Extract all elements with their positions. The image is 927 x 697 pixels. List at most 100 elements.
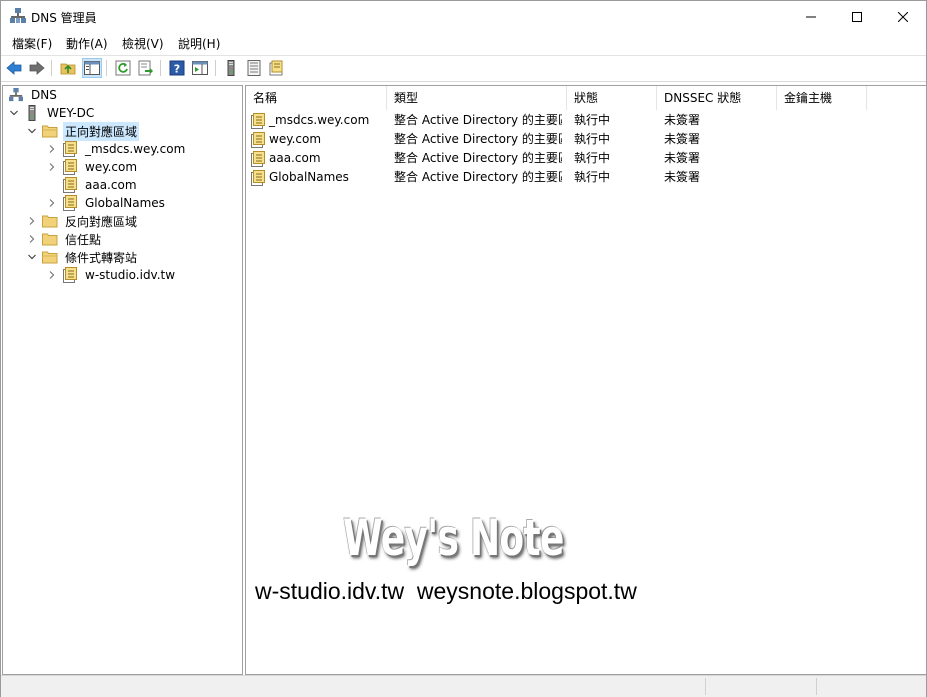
tree-item-zone[interactable]: wey.com — [46, 158, 139, 176]
status-bar — [1, 675, 926, 697]
tree-item-server[interactable]: WEY-DC — [8, 104, 96, 122]
tree-item-zone[interactable]: GlobalNames — [46, 194, 167, 212]
cell-key-master — [784, 111, 864, 130]
watermark-urls: w-studio.idv.tw weysnote.blogspot.tw — [255, 578, 637, 604]
forward-button[interactable] — [28, 59, 46, 77]
cell-name: aaa.com — [269, 151, 321, 165]
tree-label: WEY-DC — [47, 106, 95, 120]
show-hide-tree-button[interactable] — [82, 58, 102, 78]
back-button[interactable] — [5, 59, 23, 77]
table-row[interactable]: _msdcs.wey.com 整合 Active Directory 的主要區 … — [246, 111, 926, 130]
maximize-icon — [852, 11, 862, 22]
cell-type: 整合 Active Directory 的主要區 — [394, 113, 562, 127]
new-zone-icon — [269, 60, 283, 76]
cell-dnssec: 未簽署 — [664, 151, 701, 165]
cell-type: 整合 Active Directory 的主要區 — [394, 151, 562, 165]
folder-open-icon — [42, 123, 58, 139]
menu-bar: 檔案(F) 動作(A) 檢視(V) 說明(H) — [1, 32, 926, 54]
tree-item-zone[interactable]: aaa.com — [46, 176, 139, 194]
dns-icon — [8, 87, 24, 103]
back-icon — [6, 61, 22, 75]
cell-type: 整合 Active Directory 的主要區 — [394, 132, 562, 146]
chevron-right-icon[interactable] — [46, 269, 58, 281]
tree-item-dns[interactable]: DNS — [8, 86, 59, 104]
refresh-button[interactable] — [114, 59, 132, 77]
cell-type: 整合 Active Directory 的主要區 — [394, 170, 562, 184]
tree-label: _msdcs.wey.com — [85, 142, 186, 156]
tree-label: wey.com — [85, 160, 138, 174]
cell-dnssec: 未簽署 — [664, 113, 701, 127]
forward-icon — [29, 61, 45, 75]
export-list-button[interactable] — [137, 59, 155, 77]
chevron-right-icon[interactable] — [46, 143, 58, 155]
up-folder-icon — [60, 63, 76, 75]
window-title: DNS 管理員 — [31, 11, 97, 25]
column-header-name[interactable]: 名稱 — [246, 86, 387, 110]
tree-item-zone[interactable]: _msdcs.wey.com — [46, 140, 187, 158]
zone-icon — [62, 141, 78, 157]
column-header-key-master[interactable]: 金鑰主機 — [777, 86, 867, 110]
chevron-down-icon[interactable] — [26, 125, 38, 137]
chevron-right-icon[interactable] — [46, 197, 58, 209]
menu-help[interactable]: 說明(H) — [176, 35, 222, 52]
maximize-button[interactable] — [834, 1, 880, 32]
table-row[interactable]: wey.com 整合 Active Directory 的主要區 執行中 未簽署 — [246, 130, 926, 149]
export-list-icon — [138, 60, 153, 76]
help-icon: ? — [169, 60, 185, 76]
cell-name: GlobalNames — [269, 170, 349, 184]
tree-label: w-studio.idv.tw — [85, 268, 176, 282]
tree-label: GlobalNames — [85, 196, 165, 210]
zone-list-icon — [247, 60, 261, 76]
tree-item-forward-zones[interactable]: 正向對應區域 — [26, 121, 140, 141]
cell-status: 執行中 — [574, 170, 611, 184]
chevron-down-icon[interactable] — [26, 251, 38, 263]
minimize-button[interactable] — [788, 1, 834, 32]
chevron-right-icon[interactable] — [26, 215, 38, 227]
server-icon — [227, 60, 235, 76]
chevron-right-icon[interactable] — [26, 233, 38, 245]
zone-icon — [62, 159, 78, 175]
watermark-title: Wey's Note — [343, 509, 564, 567]
menu-view[interactable]: 檢視(V) — [120, 35, 166, 52]
zone-icon — [62, 267, 78, 283]
tree-label: 正向對應區域 — [63, 121, 140, 141]
toolbar: ? — [1, 55, 926, 82]
tree-item-reverse-zones[interactable]: 反向對應區域 — [26, 212, 139, 230]
server-icon — [24, 105, 40, 121]
column-header-dnssec[interactable]: DNSSEC 狀態 — [657, 86, 777, 110]
chevron-right-icon[interactable] — [46, 161, 58, 173]
title-bar: DNS 管理員 — [1, 1, 926, 32]
tree-label: DNS — [31, 88, 57, 102]
cell-dnssec: 未簽署 — [664, 132, 701, 146]
tree-item-trust-points[interactable]: 信任點 — [26, 230, 103, 248]
table-row[interactable]: aaa.com 整合 Active Directory 的主要區 執行中 未簽署 — [246, 149, 926, 168]
close-button[interactable] — [880, 1, 926, 32]
cell-key-master — [784, 149, 864, 168]
menu-file[interactable]: 檔案(F) — [10, 35, 54, 52]
help-button[interactable]: ? — [168, 59, 186, 77]
up-folder-button[interactable] — [59, 59, 77, 77]
column-header-type[interactable]: 類型 — [387, 86, 567, 110]
new-zone-button[interactable] — [267, 59, 285, 77]
cell-status: 執行中 — [574, 113, 611, 127]
tree-label: 條件式轉寄站 — [65, 250, 138, 265]
properties-view-button[interactable] — [191, 59, 209, 77]
column-header-status[interactable]: 狀態 — [567, 86, 657, 110]
folder-open-icon — [42, 249, 58, 265]
tree-item-forwarder[interactable]: w-studio.idv.tw — [46, 266, 177, 284]
tree-item-conditional-forwarders[interactable]: 條件式轉寄站 — [26, 248, 139, 266]
zone-icon — [251, 150, 267, 167]
zone-list-button[interactable] — [245, 59, 263, 77]
dns-app-icon — [10, 8, 26, 24]
minimize-icon — [806, 16, 816, 17]
menu-action[interactable]: 動作(A) — [64, 35, 110, 52]
tree-label: 反向對應區域 — [65, 214, 138, 229]
tree-label: aaa.com — [85, 178, 137, 192]
chevron-down-icon[interactable] — [8, 107, 20, 119]
cell-dnssec: 未簽署 — [664, 170, 701, 184]
table-row[interactable]: GlobalNames 整合 Active Directory 的主要區 執行中… — [246, 168, 926, 187]
server-button[interactable] — [222, 59, 240, 77]
close-icon — [898, 11, 908, 22]
folder-icon — [42, 231, 58, 247]
zone-icon — [62, 195, 78, 211]
